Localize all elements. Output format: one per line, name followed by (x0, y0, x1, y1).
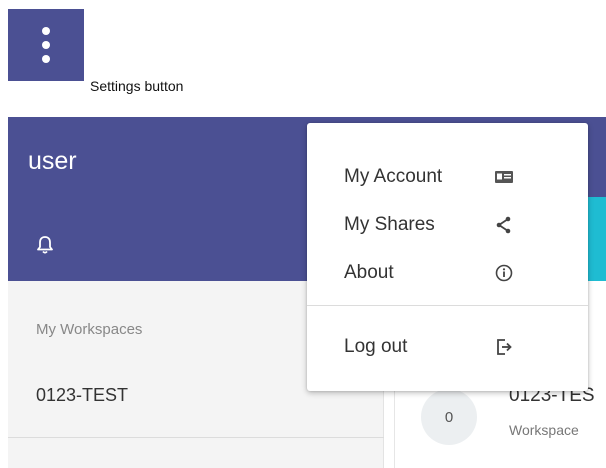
app-screenshot: user iside My Workspaces 0123-TEST 0 012… (8, 117, 606, 468)
sidebar-item-0123-test[interactable]: 0123-TEST (36, 385, 128, 406)
menu-item-label: Log out (344, 336, 408, 357)
menu-item-my-shares[interactable]: My Shares (307, 205, 588, 245)
workspace-count-badge: 0 (421, 389, 477, 445)
logout-icon (497, 339, 512, 355)
menu-item-my-account[interactable]: My Account (307, 157, 588, 197)
settings-button[interactable] (8, 9, 84, 81)
menu-item-log-out[interactable]: Log out (307, 327, 588, 367)
kebab-dot (42, 27, 50, 35)
menu-item-label: About (344, 262, 394, 283)
menu-item-label: My Shares (344, 214, 435, 235)
workspace-card-subtitle: Workspace (509, 422, 579, 438)
kebab-dot (42, 55, 50, 63)
sidebar-divider (8, 437, 384, 438)
menu-divider (307, 305, 588, 306)
bell-icon[interactable] (36, 235, 54, 255)
settings-button-caption: Settings button (90, 78, 184, 94)
kebab-dot (42, 41, 50, 49)
settings-menu: My Account My Shares About Log out (307, 123, 588, 391)
workspaces-heading: My Workspaces (36, 321, 143, 338)
share-icon (496, 216, 511, 234)
info-icon (495, 264, 513, 282)
menu-item-label: My Account (344, 166, 443, 187)
account-card-icon (495, 171, 513, 183)
user-title: user (28, 147, 77, 175)
menu-item-about[interactable]: About (307, 253, 588, 293)
